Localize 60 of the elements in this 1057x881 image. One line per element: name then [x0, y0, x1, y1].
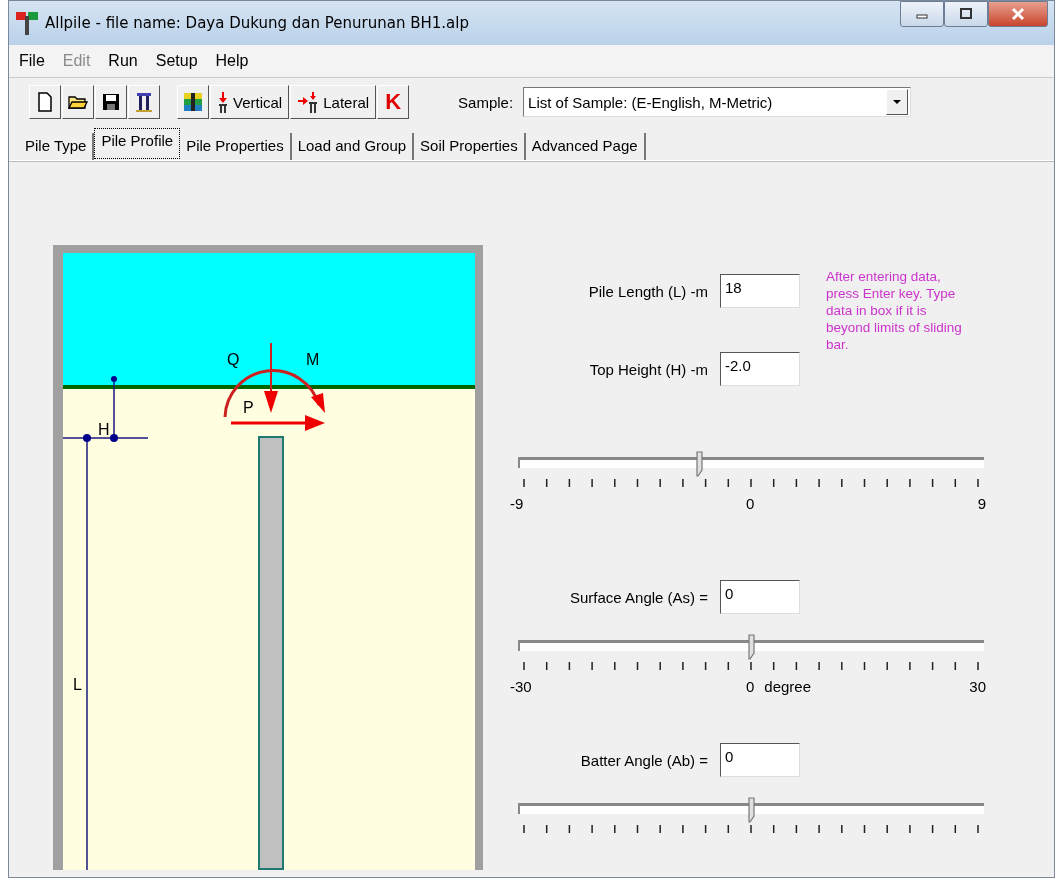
slider[interactable]: [518, 797, 984, 823]
field-label: Pile Length (L) -m: [588, 282, 708, 300]
down-arrow-pile-icon: [217, 91, 229, 113]
pile-icon-button[interactable]: [128, 85, 160, 119]
tab[interactable]: Pile Profile: [94, 128, 181, 159]
minimize-button[interactable]: [900, 1, 944, 27]
vertical-button[interactable]: Vertical: [210, 85, 290, 119]
close-button[interactable]: [988, 1, 1048, 27]
document-icon: [37, 92, 53, 112]
diagram-label: M: [306, 351, 320, 368]
input-field[interactable]: -2.0: [720, 352, 800, 386]
field-label: Top Height (H) -m: [589, 360, 708, 378]
diagram-label: Q: [227, 351, 240, 368]
menu-item[interactable]: File: [19, 52, 45, 70]
slider-thumb[interactable]: [748, 797, 756, 823]
soil-layers-icon: [183, 92, 203, 112]
input-field[interactable]: 0: [720, 743, 800, 777]
tab[interactable]: Soil Properties: [414, 133, 526, 160]
close-icon: [1010, 7, 1026, 21]
scale-label: 9: [977, 495, 986, 512]
diagram-label: H: [98, 421, 110, 438]
input-field[interactable]: 18: [720, 274, 800, 308]
lateral-button[interactable]: Lateral: [290, 85, 377, 119]
maximize-button[interactable]: [944, 1, 988, 27]
pile-icon: [135, 91, 153, 113]
diagram-label: P: [243, 399, 254, 416]
field-label: Batter Angle (Ab) =: [580, 751, 708, 769]
slider-thumb[interactable]: [696, 451, 705, 477]
arrows-pile-icon: [297, 91, 320, 113]
input-field[interactable]: 0: [720, 580, 800, 614]
unit-label: degree: [764, 678, 812, 695]
scale-label: -9: [510, 495, 524, 512]
load-arrow: [264, 342, 278, 413]
tab[interactable]: Load and Group: [291, 133, 415, 160]
menu-item[interactable]: Help: [215, 52, 249, 70]
menu-item[interactable]: Run: [108, 52, 138, 70]
k-button[interactable]: K: [377, 85, 410, 119]
folder-icon: [68, 94, 88, 110]
slider[interactable]: [518, 451, 984, 477]
slider[interactable]: [518, 634, 984, 660]
app-icon: [15, 10, 39, 36]
window-title: Allpile - file name: Daya Dukung dan Penurunan BH1.alp: [45, 14, 469, 32]
scale-label: 0: [746, 495, 755, 512]
hint-text: After entering data, press Enter key. Type data in box if it is beyond limits of sliding bar.: [826, 268, 963, 353]
scale-label: 0: [746, 678, 755, 695]
open-folder-button[interactable]: [62, 85, 94, 119]
field-label: Surface Angle (As) =: [570, 588, 708, 606]
sample-label: Sample:: [458, 93, 514, 111]
save-button[interactable]: [95, 85, 127, 119]
diagram-label: L: [73, 676, 82, 693]
scale-label: 30: [969, 678, 986, 695]
tab[interactable]: Pile Properties: [180, 133, 292, 160]
sample-dropdown[interactable]: List of Sample: (E-English, M-Metric): [523, 87, 912, 117]
maximize-icon: [959, 8, 973, 20]
soil-layers-button[interactable]: [177, 85, 209, 119]
tab[interactable]: Advanced Page: [525, 133, 646, 160]
scale-label: -30: [510, 678, 532, 695]
menu-item[interactable]: Setup: [155, 52, 198, 70]
slider-thumb[interactable]: [748, 634, 756, 660]
new-file-button[interactable]: [29, 85, 61, 119]
